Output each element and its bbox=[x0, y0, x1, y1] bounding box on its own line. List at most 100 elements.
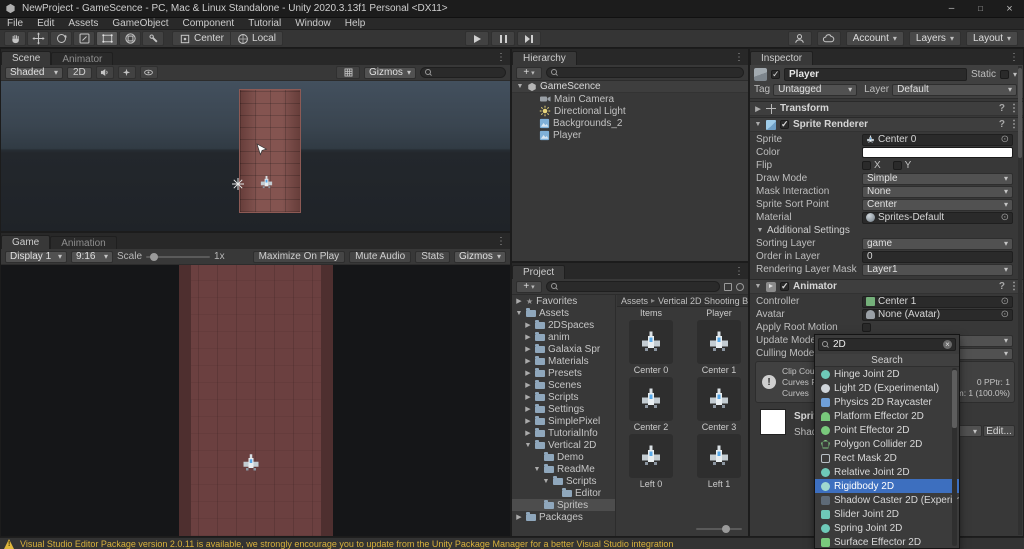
tree-item-anim[interactable]: anim bbox=[512, 331, 615, 343]
tree-item-scenes[interactable]: Scenes bbox=[512, 379, 615, 391]
component-option-platform-effector[interactable]: Platform Effector 2D bbox=[815, 409, 959, 423]
apply-root-motion-checkbox[interactable] bbox=[862, 323, 871, 332]
menu-edit[interactable]: Edit bbox=[30, 18, 61, 30]
tree-item-scripts-sub[interactable]: Scripts bbox=[512, 475, 615, 487]
layer-dropdown[interactable]: Default bbox=[892, 83, 1017, 96]
tab-inspector[interactable]: Inspector bbox=[750, 51, 814, 65]
player-sprite[interactable] bbox=[259, 175, 274, 190]
scale-slider[interactable] bbox=[146, 252, 211, 261]
tree-item-simplepixel[interactable]: SimplePixel bbox=[512, 415, 615, 427]
panel-menu-icon[interactable] bbox=[496, 236, 506, 247]
flip-y-checkbox[interactable] bbox=[892, 161, 902, 170]
search-by-type-icon[interactable] bbox=[724, 282, 732, 291]
tab-project[interactable]: Project bbox=[512, 265, 566, 279]
project-search-field[interactable] bbox=[546, 281, 720, 292]
stats-button[interactable]: Stats bbox=[415, 250, 450, 263]
fold-closed-icon[interactable] bbox=[515, 297, 523, 305]
component-option-rigidbody[interactable]: Rigidbody 2D bbox=[815, 479, 959, 493]
background-sprite[interactable] bbox=[239, 89, 301, 213]
rendering-layer-mask-dropdown[interactable]: Layer1 bbox=[862, 263, 1013, 276]
asset-center-1[interactable]: Center 1 bbox=[691, 320, 747, 375]
fold-closed-icon[interactable] bbox=[524, 393, 532, 401]
asset-left-1[interactable]: Left 1 bbox=[691, 434, 747, 489]
breadcrumb-assets[interactable]: Assets bbox=[621, 296, 658, 306]
panel-menu-icon[interactable] bbox=[734, 52, 744, 63]
static-checkbox[interactable] bbox=[999, 69, 1009, 79]
component-option-polygon-collider[interactable]: Polygon Collider 2D bbox=[815, 437, 959, 451]
layout-dropdown[interactable]: Layout bbox=[965, 31, 1018, 46]
asset-label[interactable]: Player bbox=[691, 308, 747, 318]
light-gizmo-icon[interactable] bbox=[232, 178, 244, 190]
maximize-on-play-button[interactable]: Maximize On Play bbox=[252, 250, 346, 263]
animator-header[interactable]: Animator bbox=[750, 279, 1023, 294]
menu-gameobject[interactable]: GameObject bbox=[105, 18, 175, 30]
menu-tutorial[interactable]: Tutorial bbox=[241, 18, 288, 30]
scrollbar-thumb[interactable] bbox=[1018, 68, 1022, 158]
tab-hierarchy[interactable]: Hierarchy bbox=[512, 51, 577, 65]
asset-center-0[interactable]: Center 0 bbox=[623, 320, 679, 375]
popup-search-field[interactable]: 2D bbox=[818, 338, 956, 351]
component-option-rect-mask[interactable]: Rect Mask 2D bbox=[815, 451, 959, 465]
sprite-renderer-header[interactable]: Sprite Renderer bbox=[750, 117, 1023, 132]
sorting-layer-dropdown[interactable]: game bbox=[862, 237, 1013, 250]
order-in-layer-field[interactable]: 0 bbox=[862, 250, 1013, 263]
layers-dropdown[interactable]: Layers bbox=[908, 31, 961, 46]
fold-closed-icon[interactable] bbox=[524, 405, 532, 413]
fold-closed-icon[interactable] bbox=[515, 513, 523, 521]
asset-center-2[interactable]: Center 2 bbox=[623, 377, 679, 432]
asset-label[interactable]: Items bbox=[623, 308, 679, 318]
scale-slider-thumb[interactable] bbox=[150, 252, 159, 261]
custom-tool-button[interactable] bbox=[142, 31, 164, 46]
object-picker-icon[interactable] bbox=[1001, 212, 1009, 223]
tree-item-sprites[interactable]: Sprites bbox=[512, 499, 615, 511]
component-option-spring-joint[interactable]: Spring Joint 2D bbox=[815, 521, 959, 535]
minimize-button[interactable] bbox=[937, 0, 966, 17]
tree-item-demo[interactable]: Demo bbox=[512, 451, 615, 463]
component-option-hinge-joint[interactable]: Hinge Joint 2D bbox=[815, 367, 959, 381]
grid-settings-dropdown[interactable] bbox=[336, 66, 360, 79]
hierarchy-item-directional-light[interactable]: Directional Light bbox=[512, 105, 748, 117]
tree-item-vertical2d[interactable]: Vertical 2D bbox=[512, 439, 615, 451]
pause-button[interactable] bbox=[491, 31, 515, 46]
tree-item-editor[interactable]: Editor bbox=[512, 487, 615, 499]
name-field[interactable]: Player bbox=[784, 67, 967, 81]
panel-menu-icon[interactable] bbox=[1009, 52, 1019, 63]
game-gizmos-dropdown[interactable]: Gizmos bbox=[454, 250, 506, 263]
play-button[interactable] bbox=[465, 31, 489, 46]
fold-open-icon[interactable] bbox=[754, 283, 762, 290]
tab-game[interactable]: Game bbox=[1, 235, 51, 249]
color-swatch[interactable] bbox=[862, 147, 1013, 158]
controller-object-field[interactable]: Center 1 bbox=[862, 295, 1013, 308]
component-enabled-checkbox[interactable] bbox=[780, 119, 789, 130]
fold-closed-icon[interactable] bbox=[524, 345, 532, 353]
sprite-object-field[interactable]: Center 0 bbox=[862, 133, 1013, 146]
collab-button[interactable] bbox=[816, 31, 841, 46]
tree-item-2dspaceshooter[interactable]: 2DSpaces bbox=[512, 319, 615, 331]
component-option-light-2d[interactable]: Light 2D (Experimental) bbox=[815, 381, 959, 395]
tab-animator[interactable]: Animator bbox=[51, 52, 114, 65]
menu-component[interactable]: Component bbox=[176, 18, 242, 30]
services-button[interactable] bbox=[787, 31, 812, 46]
component-option-point-effector[interactable]: Point Effector 2D bbox=[815, 423, 959, 437]
help-icon[interactable] bbox=[999, 119, 1005, 130]
scrollbar-thumb[interactable] bbox=[952, 370, 957, 428]
tab-animation[interactable]: Animation bbox=[50, 236, 117, 249]
thumbnail-size-slider[interactable] bbox=[696, 525, 742, 533]
fold-closed-icon[interactable] bbox=[524, 333, 532, 341]
inspector-scrollbar[interactable] bbox=[1018, 66, 1022, 535]
hierarchy-item-main-camera[interactable]: Main Camera bbox=[512, 93, 748, 105]
hierarchy-item-player[interactable]: Player bbox=[512, 129, 748, 141]
toggle-2d-button[interactable]: 2D bbox=[67, 66, 92, 79]
fold-closed-icon[interactable] bbox=[524, 357, 532, 365]
object-picker-icon[interactable] bbox=[1001, 134, 1009, 145]
panel-menu-icon[interactable] bbox=[496, 52, 506, 63]
component-option-slider-joint[interactable]: Slider Joint 2D bbox=[815, 507, 959, 521]
tree-item-galaxia[interactable]: Galaxia Spr bbox=[512, 343, 615, 355]
hierarchy-item-backgrounds[interactable]: Backgrounds_2 bbox=[512, 117, 748, 129]
fold-open-icon[interactable] bbox=[524, 442, 532, 449]
fold-closed-icon[interactable] bbox=[524, 321, 532, 329]
shading-mode-dropdown[interactable]: Shaded bbox=[5, 66, 63, 79]
tree-item-materials[interactable]: Materials bbox=[512, 355, 615, 367]
gizmos-dropdown[interactable]: Gizmos bbox=[364, 66, 416, 79]
fold-open-icon[interactable] bbox=[516, 83, 524, 90]
